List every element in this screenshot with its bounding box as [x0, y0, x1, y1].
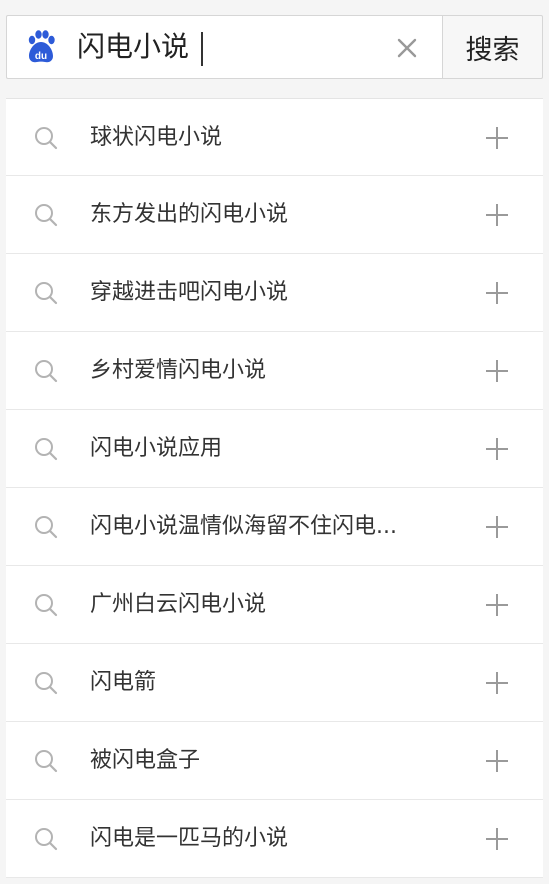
text-caret	[201, 32, 203, 66]
search-icon	[35, 594, 58, 617]
suggestion-item[interactable]: 穿越进击吧闪电小说	[6, 254, 543, 332]
search-button[interactable]: 搜索	[442, 15, 543, 79]
suggestion-list: 球状闪电小说 东方发出的闪电小说 穿越进击吧闪电小说 乡村爱情闪电小说 闪电小说…	[6, 98, 543, 878]
search-icon	[35, 438, 58, 461]
suggestion-item[interactable]: 东方发出的闪电小说	[6, 176, 543, 254]
search-icon	[35, 282, 58, 305]
suggestion-item[interactable]: 被闪电盒子	[6, 722, 543, 800]
search-icon	[35, 360, 58, 383]
suggestion-item[interactable]: 闪电小说应用	[6, 410, 543, 488]
search-icon	[35, 127, 58, 150]
search-icon	[35, 204, 58, 227]
suggestion-text: 广州白云闪电小说	[90, 592, 267, 617]
suggestion-item[interactable]: 闪电箭	[6, 644, 543, 722]
suggestion-text: 乡村爱情闪电小说	[90, 358, 267, 383]
suggestion-text: 被闪电盒子	[90, 748, 201, 773]
suggestion-text: 东方发出的闪电小说	[90, 202, 289, 227]
search-icon	[35, 750, 58, 773]
search-box[interactable]: du	[6, 15, 442, 79]
suggestion-item[interactable]: 闪电是一匹马的小说	[6, 800, 543, 878]
close-icon[interactable]	[391, 32, 423, 64]
plus-icon[interactable]	[480, 666, 514, 700]
search-input[interactable]	[77, 26, 377, 68]
search-header: du 搜索	[0, 0, 549, 98]
plus-icon[interactable]	[480, 121, 514, 155]
plus-icon[interactable]	[480, 198, 514, 232]
suggestion-text: 球状闪电小说	[90, 125, 223, 150]
plus-icon[interactable]	[480, 822, 514, 856]
baidu-paw-logo: du	[28, 30, 55, 63]
plus-icon[interactable]	[480, 744, 514, 778]
suggestion-text: 闪电小说温情似海留不住闪电...	[90, 514, 397, 539]
search-icon	[35, 672, 58, 695]
plus-icon[interactable]	[480, 432, 514, 466]
search-icon	[35, 828, 58, 851]
suggestion-text: 闪电小说应用	[90, 436, 223, 461]
search-icon	[35, 516, 58, 539]
suggestion-item[interactable]: 广州白云闪电小说	[6, 566, 543, 644]
suggestion-item[interactable]: 球状闪电小说	[6, 98, 543, 176]
plus-icon[interactable]	[480, 510, 514, 544]
suggestion-text: 闪电是一匹马的小说	[90, 826, 289, 851]
suggestion-text: 闪电箭	[90, 670, 157, 695]
suggestion-item[interactable]: 乡村爱情闪电小说	[6, 332, 543, 410]
svg-text:du: du	[35, 51, 47, 62]
plus-icon[interactable]	[480, 354, 514, 388]
plus-icon[interactable]	[480, 276, 514, 310]
suggestion-item[interactable]: 闪电小说温情似海留不住闪电...	[6, 488, 543, 566]
suggestion-text: 穿越进击吧闪电小说	[90, 280, 289, 305]
plus-icon[interactable]	[480, 588, 514, 622]
